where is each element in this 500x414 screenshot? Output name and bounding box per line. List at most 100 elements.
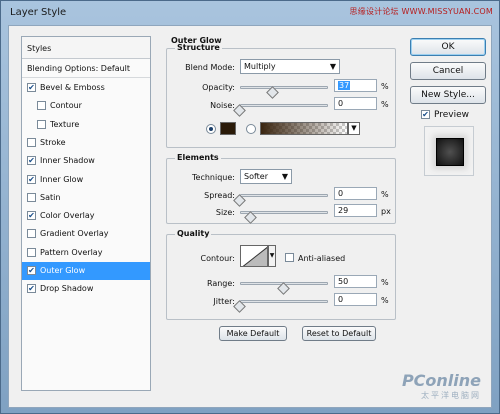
effect-checkbox[interactable]: ✔ bbox=[27, 266, 36, 275]
effect-label: Satin bbox=[40, 192, 61, 202]
size-label: Size: bbox=[215, 208, 235, 217]
opacity-label: Opacity: bbox=[202, 83, 235, 92]
effect-checkbox[interactable] bbox=[27, 192, 36, 202]
effect-checkbox[interactable] bbox=[27, 247, 36, 257]
spread-input[interactable]: 0 bbox=[334, 187, 377, 200]
effect-checkbox[interactable] bbox=[27, 137, 36, 147]
contour-picker[interactable] bbox=[240, 245, 268, 267]
effect-checkbox[interactable]: ✔ bbox=[27, 174, 36, 184]
effect-checkbox[interactable]: ✔ bbox=[27, 83, 36, 92]
opacity-unit: % bbox=[381, 82, 389, 91]
structure-title: Structure bbox=[175, 43, 222, 52]
list-item[interactable]: Pattern Overlay bbox=[22, 244, 150, 262]
jitter-value: 0 bbox=[338, 295, 344, 304]
watermark-bottom: PConline 太平洋电脑网 bbox=[402, 371, 481, 401]
opacity-slider[interactable] bbox=[240, 86, 328, 89]
reset-to-default-button[interactable]: Reset to Default bbox=[302, 326, 376, 341]
contour-curve-icon bbox=[242, 246, 267, 266]
list-item[interactable]: ✔ Drop Shadow bbox=[22, 280, 150, 298]
gradient-dropdown-icon[interactable]: ▼ bbox=[348, 122, 360, 135]
range-unit: % bbox=[381, 278, 389, 287]
effect-label: Drop Shadow bbox=[40, 284, 94, 294]
spread-unit: % bbox=[381, 190, 389, 199]
blending-options-label: Blending Options: Default bbox=[27, 64, 131, 73]
quality-title: Quality bbox=[175, 229, 212, 238]
chevron-down-icon: ▼ bbox=[281, 172, 288, 181]
watermark-top: 思缘设计论坛 WWW.MISSYUAN.COM bbox=[349, 7, 493, 16]
window-title: Layer Style bbox=[10, 7, 67, 18]
title-bar[interactable]: Layer Style 思缘设计论坛 WWW.MISSYUAN.COM bbox=[1, 1, 499, 25]
jitter-input[interactable]: 0 bbox=[334, 293, 377, 306]
range-label: Range: bbox=[206, 279, 235, 288]
chevron-down-icon: ▼ bbox=[329, 62, 336, 71]
cancel-button[interactable]: Cancel bbox=[410, 62, 486, 80]
spread-label: Spread: bbox=[204, 191, 235, 200]
new-style-button[interactable]: New Style... bbox=[410, 86, 486, 104]
list-item[interactable]: Texture bbox=[22, 116, 150, 134]
list-item[interactable]: Gradient Overlay bbox=[22, 225, 150, 243]
make-default-button[interactable]: Make Default bbox=[219, 326, 287, 341]
style-preview bbox=[424, 126, 474, 176]
opacity-value: 37 bbox=[338, 81, 351, 90]
dialog-client: Styles Blending Options: Default ✔ Bevel … bbox=[8, 25, 492, 408]
watermark-brand: PConline bbox=[401, 371, 481, 390]
contour-label: Contour: bbox=[200, 254, 236, 263]
effect-checkbox[interactable] bbox=[27, 229, 36, 239]
effect-checkbox[interactable]: ✔ bbox=[27, 211, 36, 221]
gradient-radio[interactable] bbox=[246, 124, 256, 134]
opacity-input[interactable]: 37 bbox=[334, 79, 377, 92]
spread-value: 0 bbox=[338, 189, 344, 198]
noise-input[interactable]: 0 bbox=[334, 97, 377, 110]
effect-checkbox[interactable] bbox=[37, 119, 46, 129]
watermark-sub: 太平洋电脑网 bbox=[421, 391, 481, 400]
ok-button[interactable]: OK bbox=[410, 38, 486, 56]
anti-aliased-label: Anti-aliased bbox=[298, 254, 346, 263]
glow-gradient-swatch[interactable] bbox=[260, 122, 348, 135]
effect-label: Color Overlay bbox=[40, 211, 95, 221]
list-item[interactable]: Contour bbox=[22, 97, 150, 115]
noise-value: 0 bbox=[338, 99, 344, 108]
effect-checkbox[interactable]: ✔ bbox=[27, 156, 36, 166]
preview-label: Preview bbox=[434, 110, 470, 120]
styles-list: Styles Blending Options: Default ✔ Bevel … bbox=[21, 36, 151, 391]
styles-header-label: Styles bbox=[27, 44, 52, 53]
glow-color-swatch[interactable] bbox=[220, 122, 236, 135]
elements-title: Elements bbox=[175, 153, 221, 162]
list-item[interactable]: Satin bbox=[22, 189, 150, 207]
blend-mode-label: Blend Mode: bbox=[185, 63, 235, 72]
solid-color-radio[interactable] bbox=[206, 124, 216, 134]
range-input[interactable]: 50 bbox=[334, 275, 377, 288]
elements-group: Elements Technique: Softer ▼ Spread: 0 %… bbox=[166, 153, 396, 224]
preview-thumbnail bbox=[436, 138, 464, 166]
anti-aliased-checkbox[interactable] bbox=[285, 253, 294, 262]
list-item[interactable]: ✔ Inner Shadow bbox=[22, 152, 150, 170]
size-unit: px bbox=[381, 207, 391, 216]
list-item[interactable]: ✔ Outer Glow bbox=[22, 262, 150, 280]
list-item[interactable]: ✔ Color Overlay bbox=[22, 207, 150, 225]
quality-group: Quality Contour: ▼ Anti-aliased Range: 5… bbox=[166, 229, 396, 320]
effect-label: Inner Shadow bbox=[40, 156, 95, 166]
contour-dropdown-icon[interactable]: ▼ bbox=[268, 245, 276, 267]
blending-options-item[interactable]: Blending Options: Default bbox=[22, 59, 150, 78]
noise-slider[interactable] bbox=[240, 104, 328, 107]
styles-header[interactable]: Styles bbox=[22, 37, 150, 59]
blend-mode-value: Multiply bbox=[244, 62, 276, 71]
blend-mode-select[interactable]: Multiply ▼ bbox=[240, 59, 340, 74]
list-item[interactable]: ✔ Inner Glow bbox=[22, 171, 150, 189]
effect-checkbox[interactable]: ✔ bbox=[27, 284, 36, 294]
noise-unit: % bbox=[381, 100, 389, 109]
effect-label: Contour bbox=[50, 101, 82, 111]
preview-checkbox[interactable]: ✔ bbox=[421, 110, 430, 119]
jitter-slider[interactable] bbox=[240, 300, 328, 303]
effect-checkbox[interactable] bbox=[37, 101, 46, 111]
effect-label: Gradient Overlay bbox=[40, 229, 109, 239]
noise-label: Noise: bbox=[210, 101, 235, 110]
technique-select[interactable]: Softer ▼ bbox=[240, 169, 292, 184]
list-item[interactable]: ✔ Bevel & Emboss bbox=[22, 79, 150, 97]
list-item[interactable]: Stroke bbox=[22, 134, 150, 152]
outer-glow-panel: Outer Glow Structure Blend Mode: Multipl… bbox=[159, 36, 404, 382]
range-value: 50 bbox=[338, 277, 349, 286]
spread-slider[interactable] bbox=[240, 194, 328, 197]
effect-label: Pattern Overlay bbox=[40, 247, 103, 257]
size-input[interactable]: 29 bbox=[334, 204, 377, 217]
